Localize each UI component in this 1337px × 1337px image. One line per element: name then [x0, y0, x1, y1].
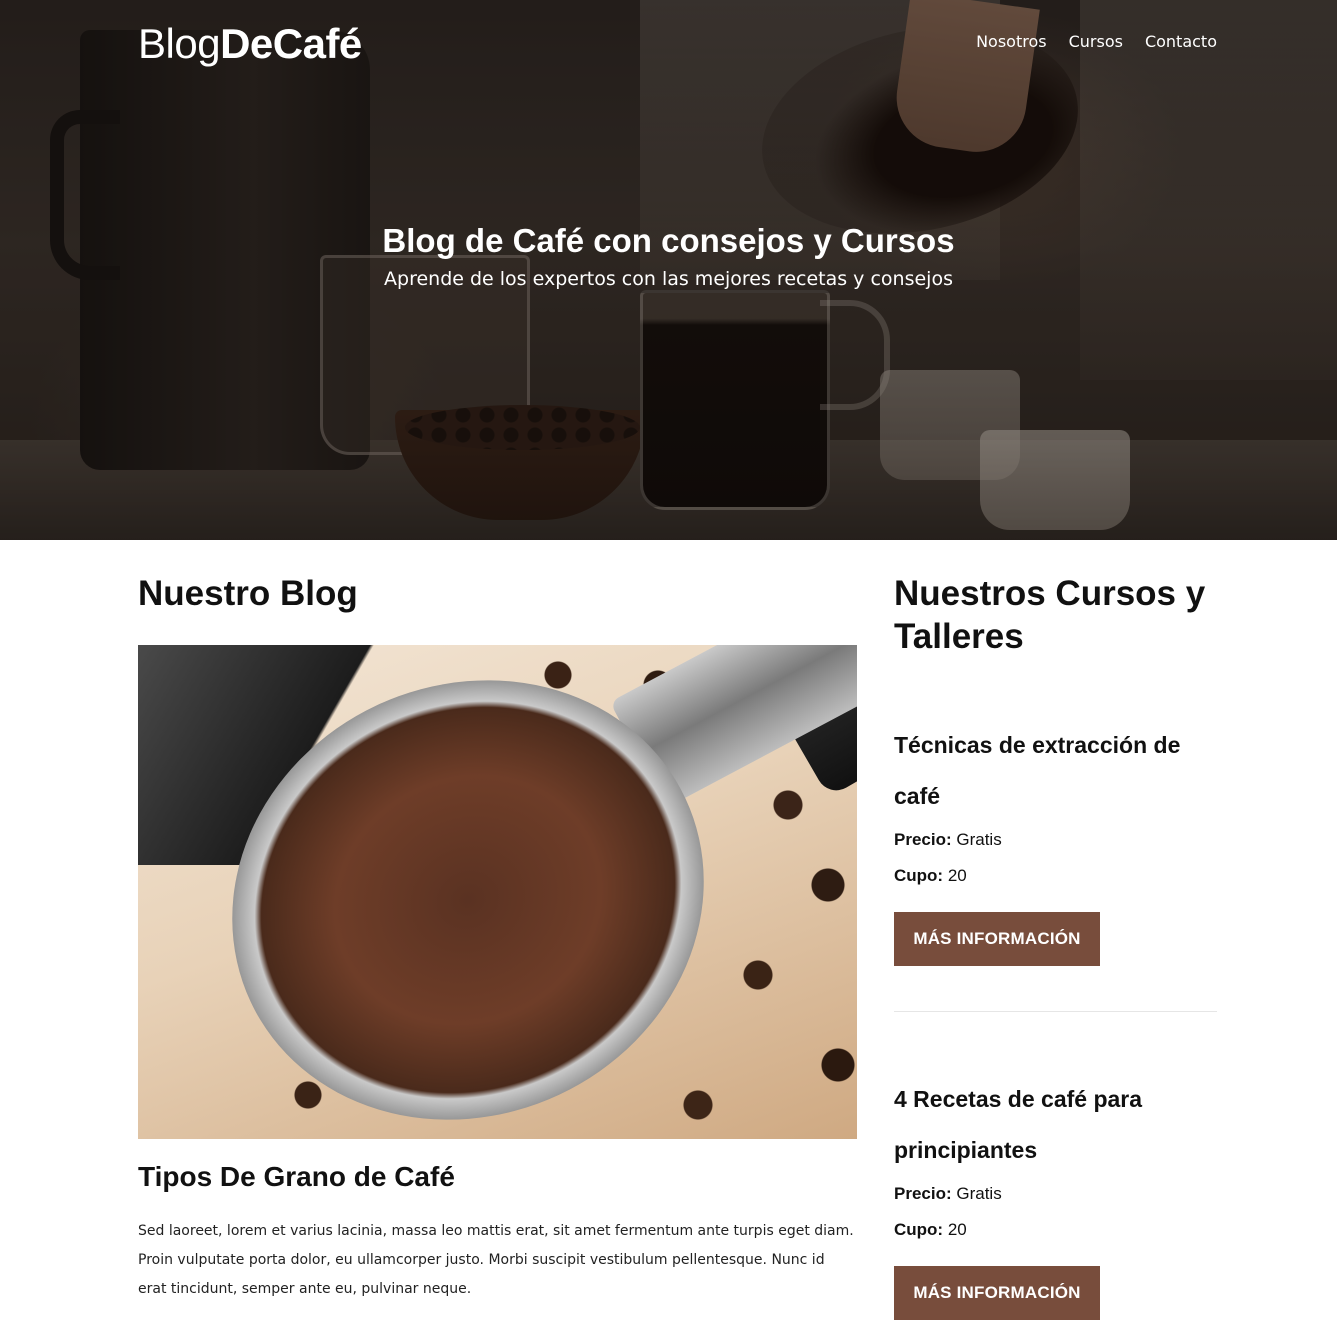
course-spots-label: Cupo: — [894, 866, 944, 885]
hero-title: Blog de Café con consejos y Cursos — [382, 222, 955, 259]
course-card: 4 Recetas de café para principiantes Pre… — [894, 1074, 1217, 1320]
blog-post-image[interactable] — [138, 645, 857, 1139]
nav-link-nosotros[interactable]: Nosotros — [976, 32, 1047, 51]
course-title: 4 Recetas de café para principiantes — [894, 1086, 1143, 1163]
top-navigation: BlogDeCafé Nosotros Cursos Contacto — [0, 0, 1337, 90]
course-spots-value: 20 — [947, 866, 967, 885]
blog-post-excerpt: Sed laoreet, lorem et varius lacinia, ma… — [138, 1223, 854, 1297]
logo-bold-text: DeCafé — [220, 20, 362, 67]
hero-text: Blog de Café con consejos y Cursos Apren… — [0, 222, 1337, 290]
logo-light-text: Blog — [138, 20, 221, 67]
nav-link-contacto[interactable]: Contacto — [1145, 32, 1217, 51]
course-spots-value: 20 — [947, 1220, 967, 1239]
course-card: Técnicas de extracción de café Precio: G… — [894, 720, 1217, 966]
courses-section-title: Nuestros Cursos y Talleres — [894, 574, 1206, 656]
course-price-value: Gratis — [956, 830, 1002, 849]
blog-post-title[interactable]: Tipos De Grano de Café — [138, 1161, 857, 1193]
hero-banner: BlogDeCafé Nosotros Cursos Contacto Blog… — [0, 0, 1337, 540]
main-content: Nuestro Blog Tipos De Grano de Café Sed … — [0, 540, 1337, 1337]
course-divider — [894, 1011, 1217, 1012]
course-spots-label: Cupo: — [894, 1220, 944, 1239]
nav-link-cursos[interactable]: Cursos — [1069, 32, 1123, 51]
course-title: Técnicas de extracción de café — [894, 732, 1181, 809]
course-spots: Cupo: 20 — [894, 858, 1217, 894]
course-price-value: Gratis — [956, 1184, 1002, 1203]
hero-subtitle: Aprende de los expertos con las mejores … — [384, 268, 953, 290]
more-info-button[interactable]: MÁS INFORMACIÓN — [894, 912, 1100, 966]
blog-section-title: Nuestro Blog — [138, 574, 358, 613]
more-info-button[interactable]: MÁS INFORMACIÓN — [894, 1266, 1100, 1320]
blog-section: Nuestro Blog Tipos De Grano de Café Sed … — [138, 572, 857, 1304]
main-menu: Nosotros Cursos Contacto — [976, 32, 1217, 51]
course-price: Precio: Gratis — [894, 822, 1217, 858]
courses-section: Nuestros Cursos y Talleres Técnicas de e… — [894, 572, 1217, 1320]
course-price-label: Precio: — [894, 830, 952, 849]
course-price: Precio: Gratis — [894, 1176, 1217, 1212]
course-price-label: Precio: — [894, 1184, 952, 1203]
course-spots: Cupo: 20 — [894, 1212, 1217, 1248]
site-logo[interactable]: BlogDeCafé — [138, 20, 362, 68]
